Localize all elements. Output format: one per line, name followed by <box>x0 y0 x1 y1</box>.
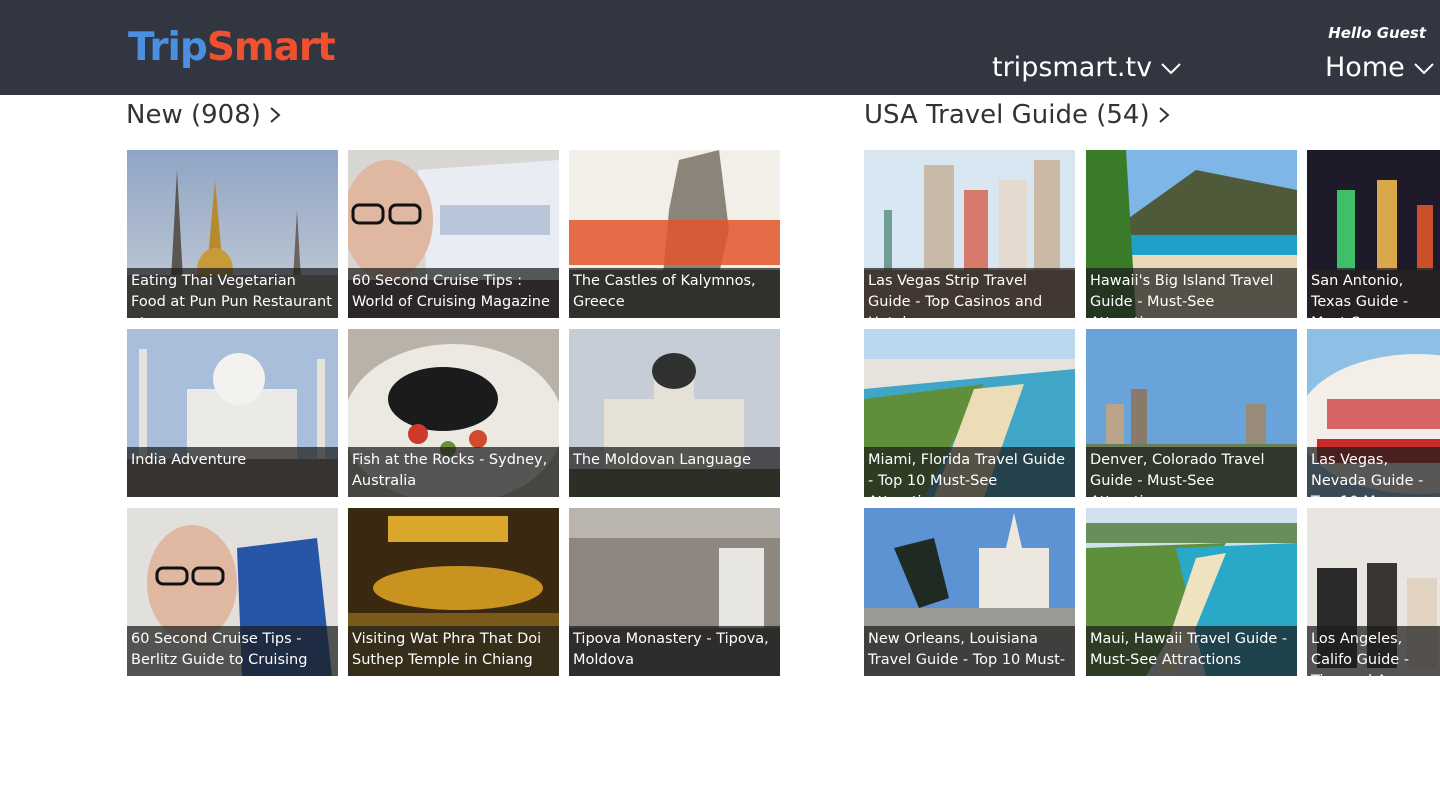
video-tile[interactable]: India Adventure <box>127 329 338 497</box>
video-tile[interactable]: Eating Thai Vegetarian Food at Pun Pun R… <box>127 150 338 318</box>
video-tile[interactable]: The Moldovan Language <box>569 329 780 497</box>
chevron-down-icon <box>1161 62 1181 74</box>
home-dropdown[interactable]: Home <box>1325 52 1435 83</box>
video-tile[interactable]: 60 Second Cruise Tips : World of Cruisin… <box>348 150 559 318</box>
video-tile[interactable]: Maui, Hawaii Travel Guide - Must-See Att… <box>1086 508 1297 676</box>
video-tile[interactable]: Las Vegas Strip Travel Guide - Top Casin… <box>864 150 1075 318</box>
tile-caption: Fish at the Rocks - Sydney, Australia <box>348 447 559 497</box>
video-tile[interactable]: San Antonio, Texas Guide - Must-See <box>1307 150 1440 318</box>
video-tile[interactable]: The Castles of Kalymnos, Greece <box>569 150 780 318</box>
video-tile[interactable]: Visiting Wat Phra That Doi Suthep Temple… <box>348 508 559 676</box>
tile-caption: The Moldovan Language <box>569 447 780 497</box>
video-tile[interactable]: Hawaii's Big Island Travel Guide - Must-… <box>1086 150 1297 318</box>
section-title: New (908) <box>126 100 261 130</box>
greeting-text: Hello Guest <box>1328 24 1426 42</box>
tile-caption: 60 Second Cruise Tips - Berlitz Guide to… <box>127 626 338 676</box>
home-dropdown-label: Home <box>1325 52 1405 83</box>
section-header-usa-travel-guide[interactable]: USA Travel Guide (54) <box>864 100 1172 130</box>
site-dropdown-label: tripsmart.tv <box>992 52 1153 83</box>
tile-caption: New Orleans, Louisiana Travel Guide - To… <box>864 626 1075 676</box>
tripsmart-logo[interactable]: TripSmart <box>128 22 336 74</box>
video-tile[interactable]: 60 Second Cruise Tips - Berlitz Guide to… <box>127 508 338 676</box>
tile-caption: Eating Thai Vegetarian Food at Pun Pun R… <box>127 268 338 318</box>
video-tile[interactable]: Tipova Monastery - Tipova, Moldova <box>569 508 780 676</box>
tile-caption: Hawaii's Big Island Travel Guide - Must-… <box>1086 268 1297 318</box>
video-tile[interactable]: Las Vegas, Nevada Guide - Top 10 Mu <box>1307 329 1440 497</box>
video-tile[interactable]: Denver, Colorado Travel Guide - Must-See… <box>1086 329 1297 497</box>
tile-caption: San Antonio, Texas Guide - Must-See <box>1307 268 1440 318</box>
chevron-down-icon <box>1414 62 1434 74</box>
video-tile[interactable]: Fish at the Rocks - Sydney, Australia <box>348 329 559 497</box>
tile-caption: Miami, Florida Travel Guide - Top 10 Mus… <box>864 447 1075 497</box>
tile-caption: Denver, Colorado Travel Guide - Must-See… <box>1086 447 1297 497</box>
tile-caption: Las Vegas, Nevada Guide - Top 10 Mu <box>1307 447 1440 497</box>
tile-caption: India Adventure <box>127 447 338 497</box>
video-tile[interactable]: Miami, Florida Travel Guide - Top 10 Mus… <box>864 329 1075 497</box>
tile-caption: The Castles of Kalymnos, Greece <box>569 268 780 318</box>
video-tile[interactable]: Los Angeles, Califo Guide - Tips and A <box>1307 508 1440 676</box>
section-title: USA Travel Guide (54) <box>864 100 1150 130</box>
tile-caption: Las Vegas Strip Travel Guide - Top Casin… <box>864 268 1075 318</box>
tile-caption: Tipova Monastery - Tipova, Moldova <box>569 626 780 676</box>
chevron-right-icon <box>270 107 281 123</box>
tile-caption: Visiting Wat Phra That Doi Suthep Temple… <box>348 626 559 676</box>
section-header-new[interactable]: New (908) <box>126 100 283 130</box>
tile-caption: Los Angeles, Califo Guide - Tips and A <box>1307 626 1440 676</box>
top-bar: TripSmart Hello Guest tripsmart.tv Home <box>0 0 1440 95</box>
chevron-right-icon <box>1158 107 1170 123</box>
tile-caption: Maui, Hawaii Travel Guide - Must-See Att… <box>1086 626 1297 676</box>
tile-caption: 60 Second Cruise Tips : World of Cruisin… <box>348 268 559 318</box>
site-dropdown[interactable]: tripsmart.tv <box>992 52 1182 83</box>
video-tile[interactable]: New Orleans, Louisiana Travel Guide - To… <box>864 508 1075 676</box>
